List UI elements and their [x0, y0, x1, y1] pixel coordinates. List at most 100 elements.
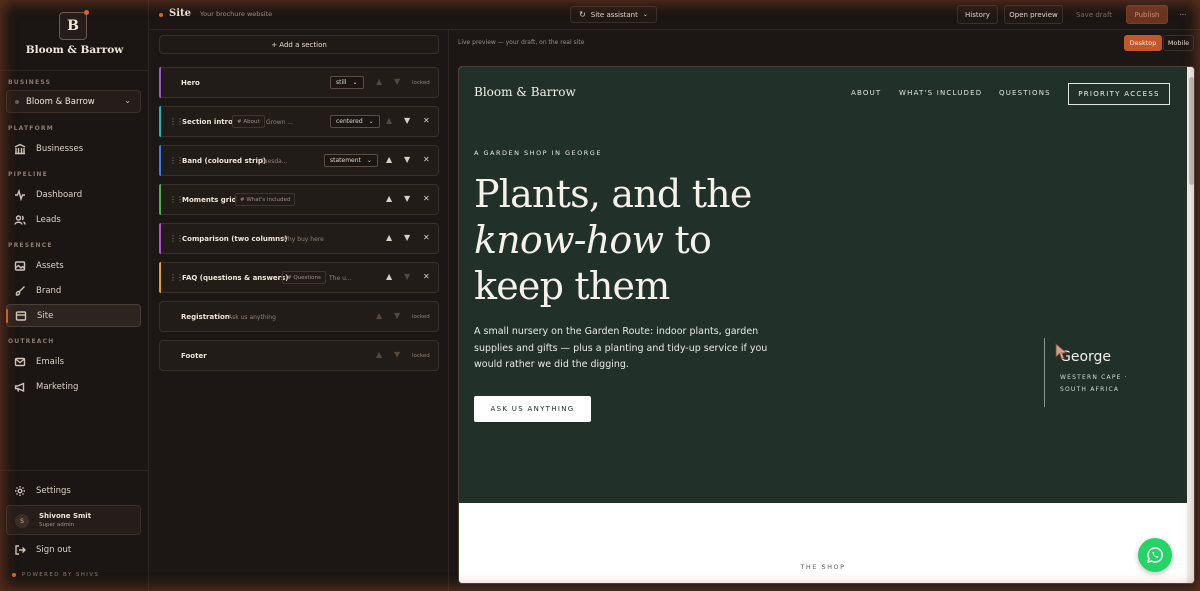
section-name: Band (coloured strip) — [182, 157, 267, 165]
headline-emphasis: know-how — [474, 218, 664, 262]
site-nav-about[interactable]: ABOUT — [851, 89, 881, 97]
add-section-button[interactable]: + Add a section — [159, 35, 439, 54]
powered-by-text: POWERED BY SHIVS — [22, 572, 100, 578]
sidebar-item-settings[interactable]: Settings — [6, 479, 141, 502]
move-down-button[interactable]: ▼ — [404, 155, 410, 164]
move-down-button[interactable]: ▼ — [404, 116, 410, 125]
desktop-toggle[interactable]: Desktop — [1124, 35, 1162, 51]
top-bar: Site Your brochure website ↻ Site assist… — [149, 0, 1200, 30]
drag-handle-icon[interactable]: ⋮⋮ — [169, 234, 184, 243]
user-card[interactable]: S Shivone Smit Super admin — [6, 505, 141, 535]
mobile-toggle[interactable]: Mobile — [1163, 35, 1194, 51]
move-down-button[interactable]: ▼ — [404, 194, 410, 203]
drag-handle-icon[interactable]: ⋮⋮ — [169, 117, 184, 126]
chevron-down-icon: ⌄ — [124, 96, 131, 105]
sidebar-item-assets[interactable]: Assets — [6, 254, 141, 277]
section-name: Comparison (two columns) — [182, 235, 288, 243]
section-accent — [159, 223, 161, 254]
section-name: Registration — [181, 313, 230, 321]
remove-section-button[interactable]: ✕ — [423, 233, 430, 242]
status-dot — [159, 13, 163, 17]
section-row-comparison[interactable]: ⋮⋮ Comparison (two columns) Why buy here… — [159, 223, 439, 254]
move-down-icon: ▼ — [404, 272, 411, 281]
site-logo[interactable]: Bloom & Barrow — [474, 85, 576, 99]
sidebar-item-label: Businesses — [36, 143, 84, 154]
sidebar-item-brand[interactable]: Brand — [6, 279, 141, 302]
brand-logo[interactable]: B — [59, 10, 89, 40]
section-snippet: Tuesda... — [261, 158, 288, 165]
variant-select[interactable]: centered ⌄ — [330, 115, 380, 128]
site-nav-whats-included[interactable]: WHAT'S INCLUDED — [899, 89, 982, 97]
section-row-band[interactable]: ⋮⋮ Band (coloured strip) Tuesda... state… — [159, 145, 439, 176]
move-up-button[interactable]: ▲ — [386, 155, 392, 164]
section-row-registration[interactable]: Registration Ask us anything ▲ ▼ locked — [159, 301, 439, 332]
activity-icon — [14, 188, 26, 201]
sidebar-item-label: Site — [37, 310, 54, 321]
section-anchor-tag: # About — [232, 115, 265, 128]
move-up-button[interactable]: ▲ — [386, 233, 392, 242]
variant-value: centered — [336, 118, 363, 125]
section-name: Section intro — [182, 118, 233, 126]
scrollbar-thumb[interactable] — [1189, 77, 1194, 185]
page-title: Site — [169, 8, 192, 19]
section-anchor-tag: # Questions — [282, 271, 326, 284]
sign-out-label: Sign out — [36, 544, 72, 555]
sidebar-item-label: Assets — [36, 260, 64, 271]
sidebar-item-dashboard[interactable]: Dashboard — [6, 183, 141, 206]
remove-section-button[interactable]: ✕ — [423, 116, 430, 125]
priority-access-button[interactable]: PRIORITY ACCESS — [1068, 83, 1170, 105]
open-preview-button[interactable]: Open preview — [1004, 5, 1063, 24]
site-assistant-button[interactable]: ↻ Site assistant ⌄ — [570, 6, 657, 23]
save-draft-button[interactable]: Save draft — [1069, 5, 1119, 24]
business-select[interactable]: Bloom & Barrow ⌄ — [6, 90, 141, 113]
group-label-platform: PLATFORM — [8, 125, 54, 132]
section-row-section-intro[interactable]: ⋮⋮ Section intro # About Grown ... cente… — [159, 106, 439, 137]
sidebar-item-emails[interactable]: Emails — [6, 350, 141, 373]
move-up-icon: ▲ — [376, 350, 383, 359]
section-snippet: Ask us anything — [228, 314, 276, 321]
brand-initial: B — [67, 18, 79, 34]
ask-us-anything-button[interactable]: ASK US ANYTHING — [474, 396, 591, 422]
sidebar-item-businesses[interactable]: Businesses — [6, 137, 141, 160]
brush-icon — [14, 285, 26, 297]
preview-toolbar: Live preview — your draft, on the real s… — [450, 30, 1200, 56]
section-snippet: Grown ... — [266, 119, 293, 126]
whatsapp-button[interactable] — [1138, 538, 1172, 572]
history-button[interactable]: History — [957, 5, 998, 24]
more-options-button[interactable]: ··· — [1173, 5, 1193, 24]
sign-out-button[interactable]: Sign out — [6, 538, 141, 561]
section-row-faq[interactable]: ⋮⋮ FAQ (questions & answers) # Questions… — [159, 262, 439, 293]
locked-label: locked — [412, 314, 430, 320]
section-row-footer[interactable]: Footer ▲ ▼ locked — [159, 340, 439, 371]
move-down-button[interactable]: ▼ — [404, 233, 410, 242]
section-snippet: Why buy here — [282, 236, 324, 243]
drag-handle-icon[interactable]: ⋮⋮ — [169, 195, 184, 204]
variant-select[interactable]: statement ⌄ — [324, 154, 378, 167]
image-icon — [14, 260, 26, 272]
site-preview-frame[interactable]: Bloom & Barrow ABOUT WHAT'S INCLUDED QUE… — [458, 66, 1195, 584]
section-name: Footer — [181, 352, 207, 360]
remove-section-button[interactable]: ✕ — [423, 155, 430, 164]
section-row-moments-grid[interactable]: ⋮⋮ Moments grid # What's included ▲ ▼ ✕ — [159, 184, 439, 215]
move-up-button[interactable]: ▲ — [386, 272, 392, 281]
move-up-icon: ▲ — [376, 311, 383, 320]
section-accent — [159, 184, 161, 215]
sidebar-item-site[interactable]: Site — [6, 304, 141, 327]
sidebar-item-marketing[interactable]: Marketing — [6, 375, 141, 398]
section-accent — [159, 106, 161, 137]
site-nav-questions[interactable]: QUESTIONS — [999, 89, 1051, 97]
chevron-down-icon: ⌄ — [366, 157, 372, 164]
section-row-hero[interactable]: Hero still ⌄ ▲ ▼ locked — [159, 67, 439, 98]
sidebar-item-leads[interactable]: Leads — [6, 208, 141, 231]
variant-select[interactable]: still ⌄ — [330, 76, 364, 89]
move-up-button[interactable]: ▲ — [386, 194, 392, 203]
section-accent — [159, 262, 161, 293]
drag-handle-icon[interactable]: ⋮⋮ — [169, 273, 184, 282]
preview-scrollbar[interactable] — [1187, 67, 1194, 583]
publish-button[interactable]: Publish — [1126, 5, 1168, 24]
remove-section-button[interactable]: ✕ — [423, 194, 430, 203]
avatar: S — [15, 514, 29, 528]
variant-value: still — [336, 79, 347, 86]
drag-handle-icon[interactable]: ⋮⋮ — [169, 156, 184, 165]
remove-section-button[interactable]: ✕ — [423, 272, 430, 281]
